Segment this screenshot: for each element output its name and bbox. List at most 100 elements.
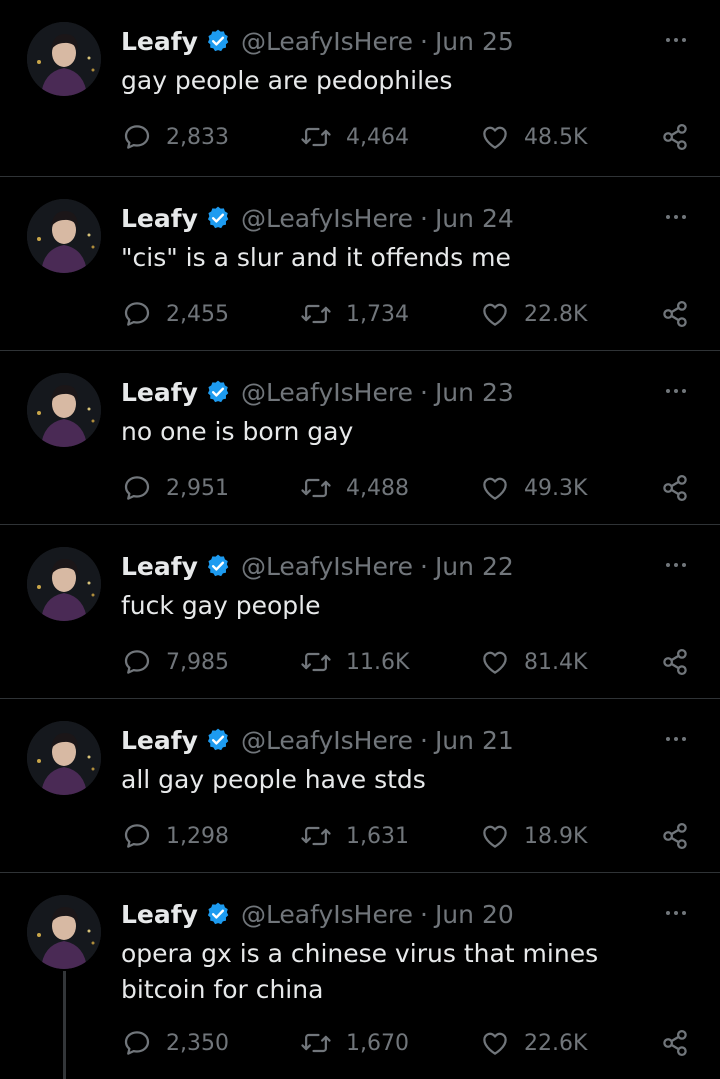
avatar[interactable]	[27, 373, 101, 447]
retweet-icon	[301, 826, 331, 846]
like-count: 22.6K	[524, 1030, 588, 1056]
heart-icon	[483, 303, 507, 326]
like-count: 18.9K	[524, 823, 588, 849]
tweet[interactable]: Leafy @LeafyIsHere · Jun 22 fuck gay peo…	[0, 524, 720, 698]
author-handle[interactable]: @LeafyIsHere	[241, 726, 413, 755]
tweet-date[interactable]: Jun 21	[435, 726, 514, 755]
retweet-button[interactable]: 1,631	[300, 819, 409, 853]
retweet-button[interactable]: 1,670	[300, 1026, 409, 1060]
like-button[interactable]: 22.8K	[480, 297, 587, 331]
author-handle[interactable]: @LeafyIsHere	[241, 204, 413, 233]
avatar[interactable]	[27, 22, 101, 96]
tweet[interactable]: Leafy @LeafyIsHere · Jun 24 "cis" is a s…	[0, 176, 720, 350]
author-name[interactable]: Leafy	[121, 900, 198, 929]
more-dots-icon[interactable]	[664, 729, 688, 749]
reply-button[interactable]: 2,951	[122, 471, 229, 505]
author-handle[interactable]: @LeafyIsHere	[241, 27, 413, 56]
reply-icon	[124, 824, 150, 848]
author-handle[interactable]: @LeafyIsHere	[241, 900, 413, 929]
verified-badge-icon	[205, 379, 231, 405]
tweet-text: fuck gay people	[121, 591, 321, 620]
tweet[interactable]: Leafy @LeafyIsHere · Jun 20 opera gx is …	[0, 872, 720, 1079]
reply-button[interactable]: 2,833	[122, 120, 229, 154]
retweet-button[interactable]: 11.6K	[300, 645, 409, 679]
verified-badge-icon	[205, 553, 231, 579]
tweet-date[interactable]: Jun 25	[435, 27, 514, 56]
retweet-count: 1,670	[346, 1030, 409, 1056]
reply-icon	[124, 125, 150, 149]
avatar[interactable]	[27, 199, 101, 273]
share-button[interactable]	[660, 1026, 704, 1060]
reply-count: 2,350	[166, 1030, 229, 1056]
avatar[interactable]	[27, 547, 101, 621]
share-button[interactable]	[660, 297, 704, 331]
avatar[interactable]	[27, 895, 101, 969]
reply-button[interactable]: 2,455	[122, 297, 229, 331]
separator: ·	[419, 551, 428, 581]
tweet-text: all gay people have stds	[121, 765, 426, 794]
tweet-date[interactable]: Jun 23	[435, 378, 514, 407]
tweet-header: Leafy @LeafyIsHere · Jun 25	[121, 24, 514, 58]
share-button[interactable]	[660, 471, 704, 505]
reply-button[interactable]: 7,985	[122, 645, 229, 679]
tweet-actions: 2,455 1,734 22.8K	[0, 297, 720, 331]
author-handle[interactable]: @LeafyIsHere	[241, 378, 413, 407]
tweet[interactable]: Leafy @LeafyIsHere · Jun 21 all gay peop…	[0, 698, 720, 872]
like-button[interactable]: 22.6K	[480, 1026, 587, 1060]
reply-button[interactable]: 2,350	[122, 1026, 229, 1060]
tweet-text: no one is born gay	[121, 417, 354, 446]
share-icon	[663, 823, 687, 849]
tweet-date[interactable]: Jun 24	[435, 204, 514, 233]
retweet-count: 4,464	[346, 124, 409, 150]
like-button[interactable]: 81.4K	[480, 645, 587, 679]
more-dots-icon[interactable]	[664, 207, 688, 227]
more-dots-icon[interactable]	[664, 30, 688, 50]
tweet-feed: Leafy @LeafyIsHere · Jun 25 gay people a…	[0, 0, 720, 1079]
tweet[interactable]: Leafy @LeafyIsHere · Jun 23 no one is bo…	[0, 350, 720, 524]
share-icon	[663, 649, 687, 675]
retweet-count: 1,734	[346, 301, 409, 327]
tweet[interactable]: Leafy @LeafyIsHere · Jun 25 gay people a…	[0, 0, 720, 176]
heart-icon	[483, 126, 507, 149]
separator: ·	[419, 725, 428, 755]
author-name[interactable]: Leafy	[121, 378, 198, 407]
heart-icon	[483, 477, 507, 500]
tweet-actions: 2,951 4,488 49.3K	[0, 471, 720, 505]
like-button[interactable]: 48.5K	[480, 120, 587, 154]
tweet-date[interactable]: Jun 22	[435, 552, 514, 581]
like-count: 48.5K	[524, 124, 588, 150]
share-button[interactable]	[660, 819, 704, 853]
retweet-icon	[301, 304, 331, 324]
reply-count: 1,298	[166, 823, 229, 849]
tweet-text: "cis" is a slur and it offends me	[121, 243, 511, 272]
reply-button[interactable]: 1,298	[122, 819, 229, 853]
like-count: 81.4K	[524, 649, 588, 675]
retweet-button[interactable]: 1,734	[300, 297, 409, 331]
reply-count: 2,951	[166, 475, 229, 501]
heart-icon	[483, 1032, 507, 1055]
like-count: 22.8K	[524, 301, 588, 327]
retweet-icon	[301, 652, 331, 672]
tweet-actions: 2,350 1,670 22.6K	[0, 1026, 720, 1060]
retweet-button[interactable]: 4,488	[300, 471, 409, 505]
author-name[interactable]: Leafy	[121, 27, 198, 56]
like-button[interactable]: 18.9K	[480, 819, 587, 853]
thread-connector-line	[63, 971, 66, 1079]
more-dots-icon[interactable]	[664, 381, 688, 401]
tweet-header: Leafy @LeafyIsHere · Jun 23	[121, 375, 514, 409]
share-button[interactable]	[660, 120, 704, 154]
more-dots-icon[interactable]	[664, 903, 688, 923]
author-name[interactable]: Leafy	[121, 726, 198, 755]
tweet-header: Leafy @LeafyIsHere · Jun 21	[121, 723, 514, 757]
tweet-actions: 7,985 11.6K 81.4K	[0, 645, 720, 679]
author-name[interactable]: Leafy	[121, 204, 198, 233]
like-button[interactable]: 49.3K	[480, 471, 587, 505]
more-dots-icon[interactable]	[664, 555, 688, 575]
share-button[interactable]	[660, 645, 704, 679]
retweet-button[interactable]: 4,464	[300, 120, 409, 154]
author-handle[interactable]: @LeafyIsHere	[241, 552, 413, 581]
verified-badge-icon	[205, 727, 231, 753]
author-name[interactable]: Leafy	[121, 552, 198, 581]
avatar[interactable]	[27, 721, 101, 795]
tweet-date[interactable]: Jun 20	[435, 900, 514, 929]
